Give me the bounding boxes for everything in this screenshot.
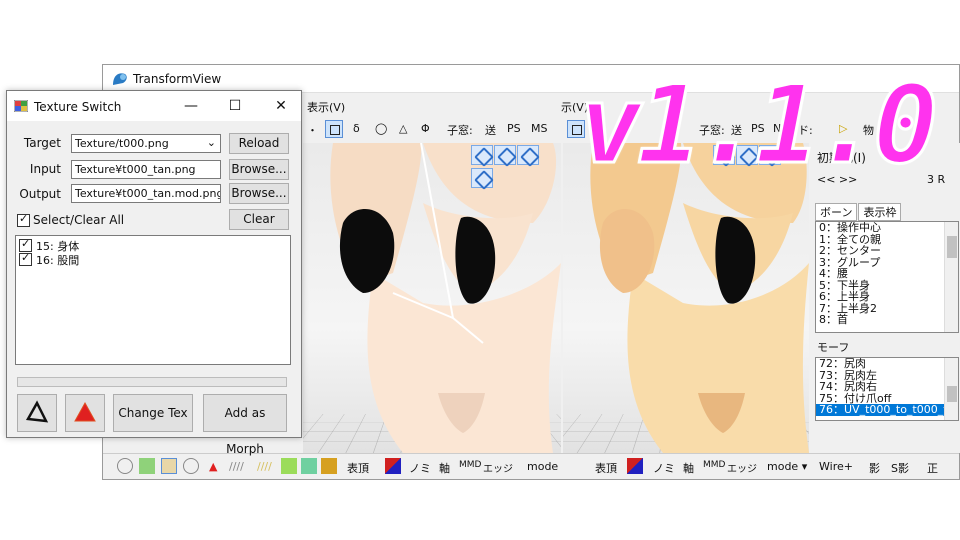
label-nomi[interactable]: ノミ bbox=[409, 460, 431, 476]
triangle-fill-icon bbox=[74, 401, 96, 422]
toolbar-dot[interactable]: ・ bbox=[307, 122, 318, 138]
panel-tabs: ボーン 表示枠 bbox=[815, 203, 902, 221]
send-button[interactable]: 送 bbox=[485, 122, 496, 138]
model-render-left bbox=[330, 143, 561, 453]
triangle-outline-button[interactable] bbox=[17, 394, 57, 432]
list-item[interactable]: 0：操作中心 bbox=[816, 222, 958, 234]
input-label: Input bbox=[29, 162, 61, 176]
edge-button[interactable]: エッジ bbox=[483, 460, 513, 475]
target-value: Texture/t000.png bbox=[75, 137, 169, 150]
morph-list-scrollbar[interactable] bbox=[944, 358, 958, 420]
triangle-fill-button[interactable] bbox=[65, 394, 105, 432]
version-overlay: v1.1.0 bbox=[576, 63, 939, 188]
self-shadow-button[interactable]: S影 bbox=[891, 460, 909, 476]
viewport-right[interactable] bbox=[563, 143, 809, 453]
bone-morph-panel: 初期化(I) << >> 3 R ボーン 表示枠 0：操作中心 1：全ての親 2：… bbox=[809, 143, 960, 453]
maximize-button[interactable]: ☐ bbox=[221, 95, 249, 117]
teal-icon[interactable] bbox=[301, 458, 317, 474]
list-item[interactable]: 8：首 bbox=[816, 314, 958, 326]
model-render-right bbox=[590, 143, 809, 453]
axis-button[interactable]: 軸 bbox=[439, 460, 450, 476]
list-item[interactable]: 6：上半身 bbox=[816, 291, 958, 303]
list-item[interactable]: 2：センター bbox=[816, 245, 958, 257]
select-all-label: Select/Clear All bbox=[33, 213, 125, 227]
material-list[interactable]: 15: 身体 16: 股間 bbox=[15, 235, 291, 365]
texture-switch-dialog: Texture Switch — ☐ ✕ Target Texture/t000… bbox=[6, 90, 302, 456]
morph-label: モーフ bbox=[817, 341, 850, 354]
close-button[interactable]: ✕ bbox=[267, 95, 295, 117]
grass-icon[interactable] bbox=[139, 458, 155, 474]
window-title: TransformView bbox=[133, 72, 222, 86]
target-label: Target bbox=[23, 136, 61, 150]
select-square-icon[interactable] bbox=[325, 120, 343, 138]
target-select[interactable]: Texture/t000.png ⌄ bbox=[71, 134, 221, 153]
gear-icon[interactable] bbox=[321, 458, 337, 474]
triangle-outline-icon bbox=[25, 400, 49, 423]
change-tex-button[interactable]: Change Tex bbox=[113, 394, 193, 432]
browse-output-button[interactable]: Browse... bbox=[229, 183, 289, 204]
select-all-checkbox[interactable] bbox=[17, 212, 30, 227]
toolbar-triangle[interactable]: △ bbox=[399, 122, 407, 135]
label-top-2[interactable]: 表頂 bbox=[595, 460, 617, 476]
list-item[interactable]: 16: 股間 bbox=[36, 252, 79, 268]
triangle-icon[interactable]: ▲ bbox=[209, 460, 217, 473]
menu-view-left[interactable]: 表示(V) bbox=[307, 99, 345, 115]
dialog-title: Texture Switch bbox=[34, 100, 122, 114]
radio-icon[interactable] bbox=[117, 458, 133, 474]
clear-button[interactable]: Clear bbox=[229, 209, 289, 230]
viewport-left-icons bbox=[471, 145, 561, 188]
list-item-selected[interactable]: 76：UV_t000_to_t000_ta bbox=[816, 404, 958, 416]
label-nomi-2[interactable]: ノミ bbox=[653, 460, 675, 476]
color-icon-2[interactable] bbox=[627, 458, 643, 474]
mode-dropdown[interactable]: mode ▾ bbox=[767, 460, 807, 473]
app-logo-icon bbox=[113, 73, 127, 85]
move-all-icon[interactable] bbox=[494, 145, 516, 165]
browse-input-button[interactable]: Browse... bbox=[229, 159, 289, 180]
list-item[interactable]: 4：腰 bbox=[816, 268, 958, 280]
rotate-icon[interactable] bbox=[471, 168, 493, 188]
window-icon bbox=[14, 100, 28, 112]
ps-button[interactable]: PS bbox=[507, 122, 521, 135]
radio-icon-2[interactable] bbox=[183, 458, 199, 474]
viewport-left[interactable] bbox=[303, 143, 561, 453]
green-icon[interactable] bbox=[281, 458, 297, 474]
front-button[interactable]: 正 bbox=[927, 460, 938, 476]
move-icon[interactable] bbox=[471, 145, 493, 165]
list-item[interactable]: 74：尻肉右 bbox=[816, 381, 958, 393]
item-checkbox[interactable] bbox=[19, 251, 32, 266]
toolbar-phi[interactable]: Φ bbox=[421, 122, 430, 135]
mmd-button-2[interactable]: MMD bbox=[703, 460, 725, 470]
label-top[interactable]: 表頂 bbox=[347, 460, 369, 476]
axis-button-2[interactable]: 軸 bbox=[683, 460, 694, 476]
morph-list[interactable]: 72：尻肉 73：尻肉左 74：尻肉右 75：付け爪off 76：UV_t000… bbox=[815, 357, 959, 421]
mode-button[interactable]: mode bbox=[527, 460, 558, 473]
list-item[interactable]: 72：尻肉 bbox=[816, 358, 958, 370]
bone-list[interactable]: 0：操作中心 1：全ての親 2：センター 3：グループ 4：腰 5：下半身 6：… bbox=[815, 221, 959, 333]
subwindow-label: 子窓: bbox=[447, 124, 473, 137]
wire-plus-button[interactable]: Wire+ bbox=[819, 460, 853, 473]
output-field[interactable]: Texture¥t000_tan.mod.png bbox=[71, 184, 221, 203]
rotate-bone-icon[interactable] bbox=[517, 145, 539, 165]
progress-bar bbox=[17, 377, 287, 387]
chevron-down-icon: ⌄ bbox=[206, 136, 216, 149]
bone-list-scrollbar[interactable] bbox=[944, 222, 958, 332]
output-label: Output bbox=[19, 187, 61, 201]
color-icon[interactable] bbox=[385, 458, 401, 474]
texture-icon[interactable] bbox=[161, 458, 177, 474]
minimize-button[interactable]: — bbox=[177, 95, 205, 117]
toolbar-delta[interactable]: δ bbox=[353, 122, 360, 135]
shadow-button[interactable]: 影 bbox=[869, 460, 880, 476]
ms-button[interactable]: MS bbox=[531, 122, 547, 135]
toolbar-circle[interactable]: ◯ bbox=[375, 122, 387, 135]
edge-button-2[interactable]: エッジ bbox=[727, 460, 757, 475]
add-as-morph-button[interactable]: Add as Morph bbox=[203, 394, 287, 456]
mmd-button[interactable]: MMD bbox=[459, 460, 481, 470]
tab-display-frame[interactable]: 表示枠 bbox=[858, 203, 902, 221]
input-field[interactable]: Texture¥t000_tan.png bbox=[71, 160, 221, 179]
dialog-title-bar: Texture Switch — ☐ ✕ bbox=[7, 91, 301, 121]
reload-button[interactable]: Reload bbox=[229, 133, 289, 154]
tab-bone[interactable]: ボーン bbox=[815, 203, 858, 221]
